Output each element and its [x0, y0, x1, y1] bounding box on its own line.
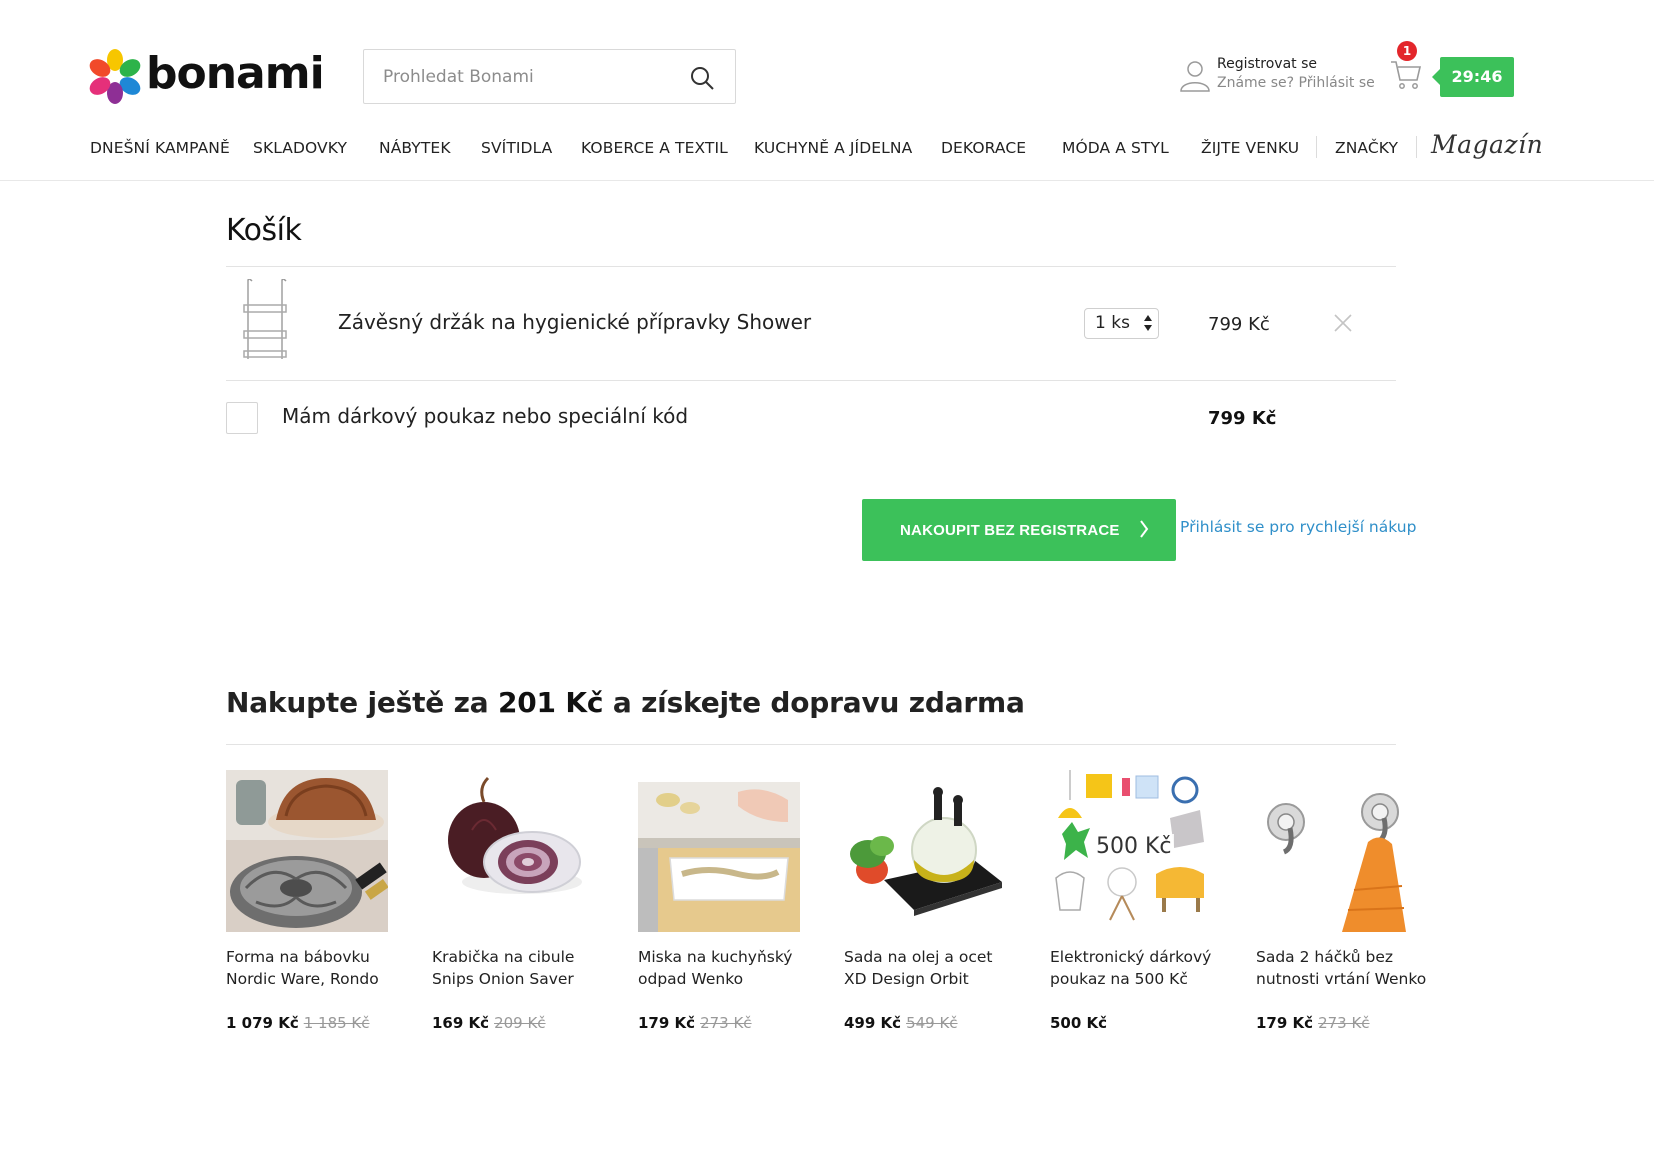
product-name[interactable]: Krabička na cibule Snips Onion Saver: [432, 946, 607, 990]
select-arrows-icon: [1144, 315, 1152, 331]
search-box: [363, 49, 736, 104]
price-old: 273 Kč: [700, 1014, 752, 1032]
nav-item-dekorace[interactable]: DEKORACE: [941, 139, 1026, 157]
price-old: 209 Kč: [494, 1014, 546, 1032]
product-name[interactable]: Sada na olej a ocet XD Design Orbit: [844, 946, 1019, 990]
nav-item-zijte-venku[interactable]: ŽIJTE VENKU: [1201, 139, 1299, 157]
free-shipping-amount: 201 Kč: [497, 686, 604, 719]
free-shipping-heading: Nakupte ještě za 201 Kč a získejte dopra…: [226, 686, 1025, 719]
nav-item-znacky[interactable]: ZNAČKY: [1335, 139, 1398, 157]
quantity-value: 1 ks: [1095, 313, 1130, 333]
product-image-bundt-pan[interactable]: [226, 770, 388, 932]
cart-item-price: 799 Kč: [1208, 314, 1270, 335]
cart-icon[interactable]: [1389, 57, 1423, 91]
account-links: Registrovat se Známe se? Přihlásit se: [1178, 56, 1378, 96]
cart-timer: 29:46: [1432, 57, 1514, 97]
voucher-image-text: 500 Kč: [1094, 834, 1174, 859]
cart-total: 799 Kč: [1208, 408, 1277, 429]
search-input[interactable]: [364, 50, 664, 103]
product-price: 179 Kč 273 Kč: [1256, 1014, 1370, 1032]
login-prompt: Známe se? Přihlásit se: [1217, 75, 1375, 91]
product-image-onion-saver[interactable]: [432, 770, 594, 932]
nav-item-magazin[interactable]: Magazín: [1431, 130, 1543, 159]
recommended-products: Forma na bábovku Nordic Ware, Rondo 1 07…: [226, 770, 1426, 1040]
product-name[interactable]: Forma na bábovku Nordic Ware, Rondo: [226, 946, 401, 990]
price-current: 1 079 Kč: [226, 1014, 299, 1032]
product-price: 179 Kč 273 Kč: [638, 1014, 752, 1032]
login-link-header[interactable]: Přihlásit se: [1299, 75, 1375, 91]
product-image-oil-vinegar-set[interactable]: [844, 770, 1006, 932]
price-current: 179 Kč: [1256, 1014, 1314, 1032]
product-price: 1 079 Kč 1 185 Kč: [226, 1014, 370, 1032]
nav-item-kuchyne-a-jidelna[interactable]: KUCHYNĚ A JÍDELNA: [754, 139, 912, 157]
price-current: 179 Kč: [638, 1014, 696, 1032]
close-icon[interactable]: [1333, 313, 1353, 333]
product-price: 499 Kč 549 Kč: [844, 1014, 958, 1032]
product-name[interactable]: Elektronický dárkový poukaz na 500 Kč: [1050, 946, 1225, 990]
price-current: 169 Kč: [432, 1014, 490, 1032]
nav-item-skladovky[interactable]: SKLADOVKY: [253, 139, 347, 157]
nav-divider: [1316, 136, 1317, 158]
cart-item-name[interactable]: Závěsný držák na hygienické přípravky Sh…: [338, 310, 811, 334]
product-image-waste-bowl[interactable]: [638, 770, 800, 932]
nav-item-koberce-a-textil[interactable]: KOBERCE A TEXTIL: [581, 139, 728, 157]
checkout-button-label: NAKOUPIT BEZ REGISTRACE: [900, 521, 1120, 539]
cart-title: Košík: [226, 213, 302, 248]
product-image-gift-voucher[interactable]: 500 Kč: [1050, 770, 1212, 932]
nav-divider: [1416, 136, 1417, 158]
product-thumbnail-shower-caddy[interactable]: [238, 279, 292, 361]
nav-item-dnesni-kampane[interactable]: DNEŠNÍ KAMPANĚ: [90, 139, 230, 157]
cart-count-badge: 1: [1397, 41, 1417, 61]
price-old: 549 Kč: [906, 1014, 958, 1032]
voucher-checkbox[interactable]: [226, 402, 258, 434]
price-old: 273 Kč: [1318, 1014, 1370, 1032]
free-shipping-prefix: Nakupte ještě za: [226, 686, 489, 719]
product-price: 500 Kč: [1050, 1014, 1107, 1032]
divider: [226, 380, 1396, 381]
voucher-label[interactable]: Mám dárkový poukaz nebo speciální kód: [282, 404, 688, 428]
nav-item-nabytek[interactable]: NÁBYTEK: [379, 139, 451, 157]
nav-item-svitidla[interactable]: SVÍTIDLA: [481, 139, 552, 157]
site-header: bonami Registrovat se Známe se? Přihlási…: [0, 0, 1654, 181]
register-link[interactable]: Registrovat se: [1217, 56, 1317, 72]
price-current: 499 Kč: [844, 1014, 902, 1032]
nav-item-moda-a-styl[interactable]: MÓDA A STYL: [1062, 139, 1169, 157]
product-image-wall-hooks[interactable]: [1256, 770, 1418, 932]
bonami-logo[interactable]: bonami: [88, 46, 325, 106]
product-price: 169 Kč 209 Kč: [432, 1014, 546, 1032]
free-shipping-suffix: a získejte dopravu zdarma: [612, 686, 1025, 719]
product-name[interactable]: Sada 2 háčků bez nutnosti vrtání Wenko: [1256, 946, 1431, 990]
chevron-right-icon: [1140, 520, 1149, 538]
quantity-select[interactable]: 1 ks: [1084, 308, 1159, 339]
user-icon[interactable]: [1178, 58, 1212, 92]
known-text: Známe se?: [1217, 75, 1295, 91]
bonami-flower-icon: [89, 49, 141, 104]
login-for-faster-checkout-link[interactable]: Přihlásit se pro rychlejší nákup: [1180, 518, 1416, 536]
main-nav: DNEŠNÍ KAMPANĚ SKLADOVKY NÁBYTEK SVÍTIDL…: [90, 130, 1543, 166]
divider: [226, 744, 1396, 745]
divider: [226, 266, 1396, 267]
product-name[interactable]: Miska na kuchyňský odpad Wenko: [638, 946, 813, 990]
checkout-without-registration-button[interactable]: NAKOUPIT BEZ REGISTRACE: [862, 499, 1176, 561]
price-old: 1 185 Kč: [303, 1014, 370, 1032]
logo-text: bonami: [146, 47, 325, 99]
search-icon[interactable]: [689, 65, 715, 91]
price-current: 500 Kč: [1050, 1014, 1108, 1032]
